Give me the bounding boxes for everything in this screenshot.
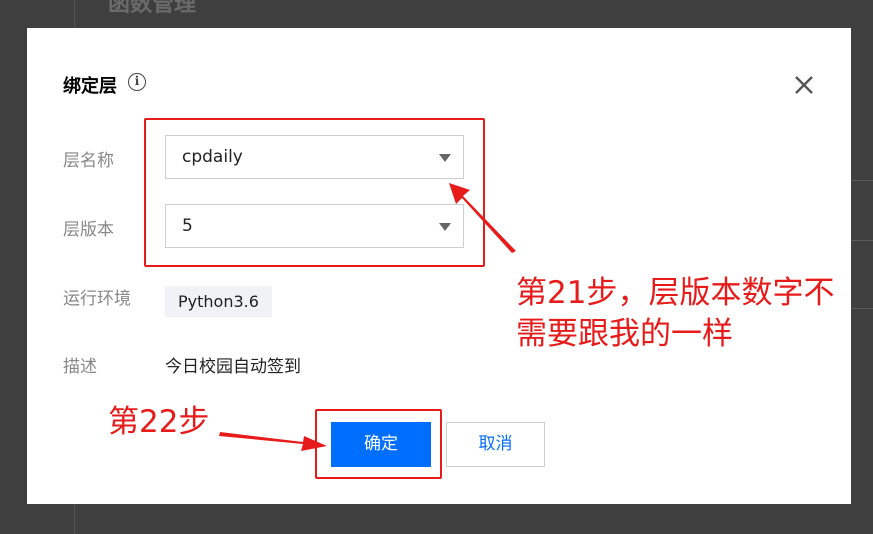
annotation-arrows [219, 183, 516, 451]
arrow-step22 [219, 432, 327, 451]
arrow-step21 [449, 183, 516, 253]
